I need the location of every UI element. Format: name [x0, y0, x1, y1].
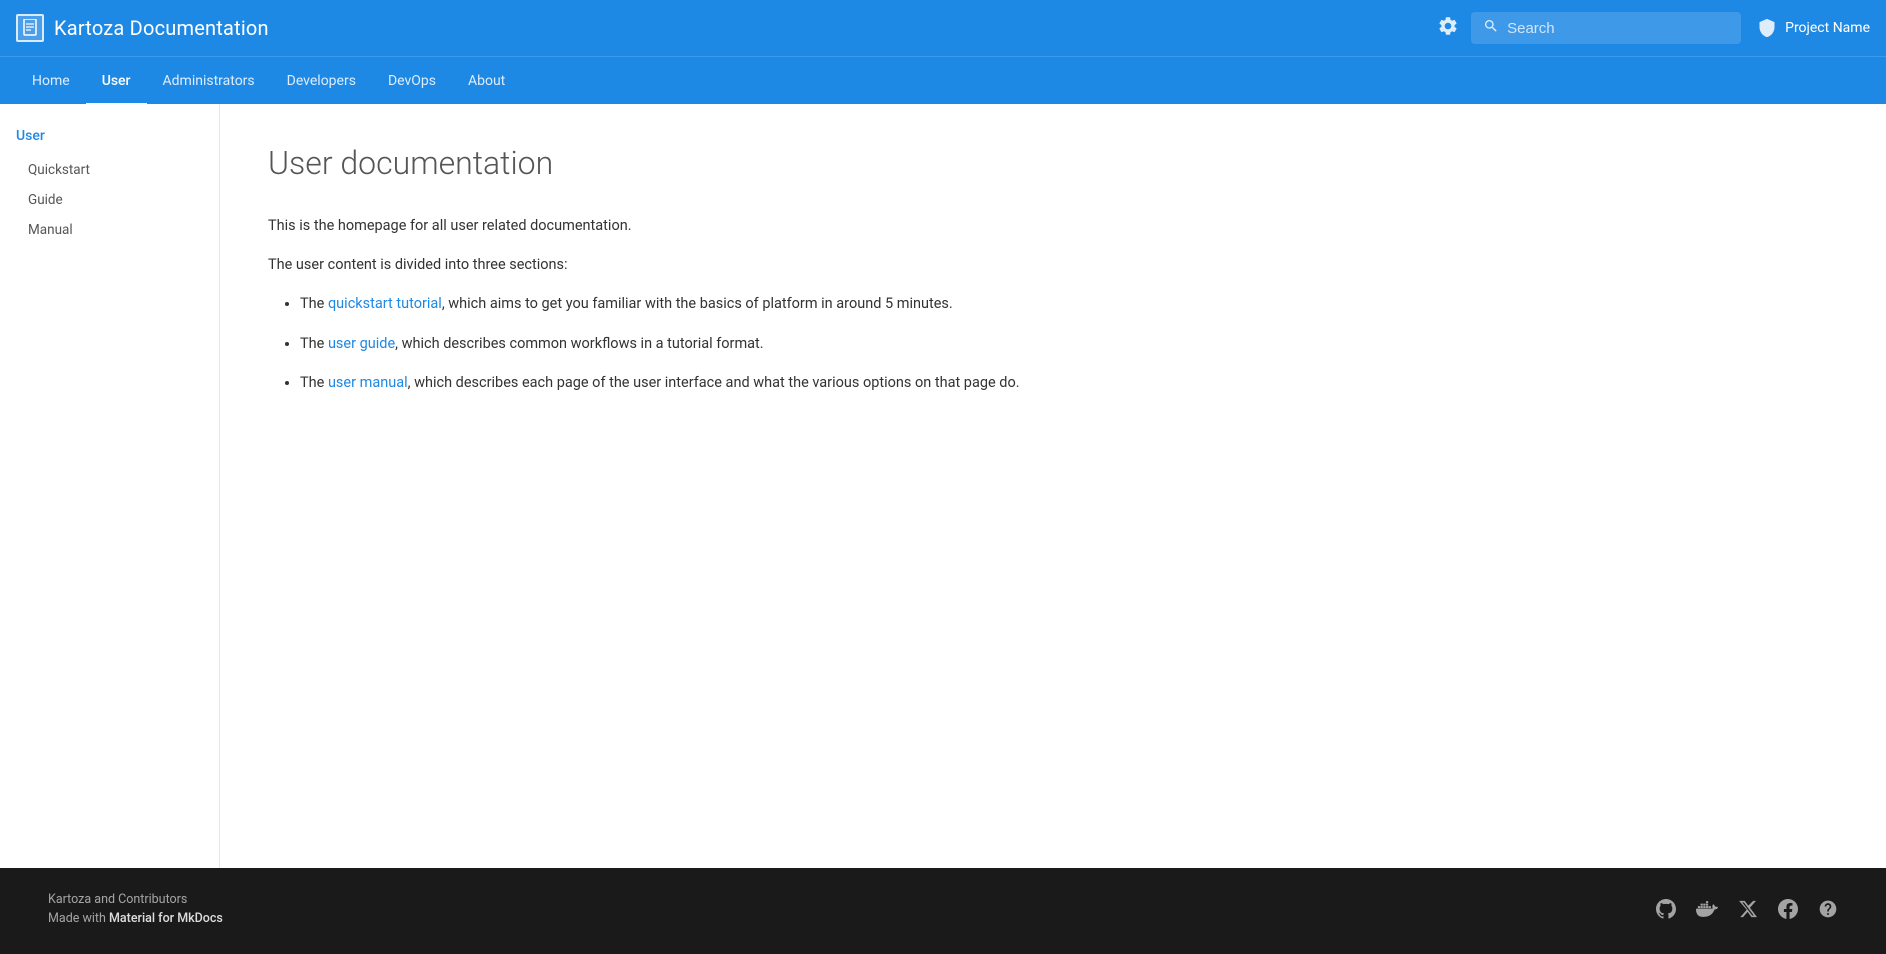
manual-link[interactable]: user manual [328, 374, 408, 391]
list-item-manual-suffix: , which describes each page of the user … [408, 374, 1020, 391]
list-item-guide-prefix: The [300, 335, 328, 352]
nav-developers[interactable]: Developers [271, 57, 372, 105]
list-item-guide: The user guide, which describes common w… [300, 332, 1072, 355]
header: Kartoza Documentation Project Name [0, 0, 1886, 56]
nav-devops[interactable]: DevOps [372, 57, 452, 105]
sidebar-item-quickstart[interactable]: Quickstart [16, 156, 203, 184]
sidebar-section-user[interactable]: User [16, 128, 203, 144]
footer-mkdocs-link[interactable]: Material for MkDocs [109, 911, 223, 926]
list-item-quickstart-suffix: , which aims to get you familiar with th… [442, 295, 953, 312]
main-content: User documentation This is the homepage … [220, 104, 1120, 868]
footer-made-prefix: Made with [48, 911, 109, 926]
page-title: User documentation [268, 144, 1072, 182]
intro-paragraph: This is the homepage for all user relate… [268, 214, 1072, 237]
list-item-quickstart: The quickstart tutorial, which aims to g… [300, 292, 1072, 315]
list-item-manual-prefix: The [300, 374, 328, 391]
twitter-icon[interactable] [1738, 899, 1758, 924]
search-input[interactable] [1507, 20, 1729, 37]
logo-link[interactable]: Kartoza Documentation [16, 14, 269, 42]
settings-icon[interactable] [1437, 15, 1459, 42]
nav-home[interactable]: Home [16, 57, 86, 105]
main-nav: Home User Administrators Developers DevO… [0, 56, 1886, 104]
project-name: Project Name [1785, 20, 1870, 36]
nav-about[interactable]: About [452, 57, 521, 105]
guide-link[interactable]: user guide [328, 335, 395, 352]
search-box[interactable] [1471, 12, 1741, 44]
github-icon[interactable] [1656, 899, 1676, 924]
quickstart-link[interactable]: quickstart tutorial [328, 295, 442, 312]
footer-icons [1656, 898, 1838, 925]
site-title: Kartoza Documentation [54, 16, 269, 40]
list-item-manual: The user manual, which describes each pa… [300, 371, 1072, 394]
footer: Kartoza and Contributors Made with Mater… [0, 868, 1886, 954]
footer-left: Kartoza and Contributors Made with Mater… [48, 892, 223, 930]
list-item-guide-suffix: , which describes common workflows in a … [395, 335, 763, 352]
project-selector[interactable]: Project Name [1757, 18, 1870, 38]
page-body: User Quickstart Guide Manual User docume… [0, 104, 1886, 868]
sections-list: The quickstart tutorial, which aims to g… [268, 292, 1072, 394]
sidebar-item-guide[interactable]: Guide [16, 186, 203, 214]
nav-administrators[interactable]: Administrators [147, 57, 271, 105]
docker-icon[interactable] [1696, 898, 1718, 925]
logo-icon [16, 14, 44, 42]
footer-copyright: Kartoza and Contributors [48, 892, 223, 907]
facebook-icon[interactable] [1778, 899, 1798, 924]
footer-made-with: Made with Material for MkDocs [48, 911, 223, 926]
search-icon [1483, 18, 1499, 38]
nav-user[interactable]: User [86, 57, 147, 105]
sidebar-item-manual[interactable]: Manual [16, 216, 203, 244]
list-item-quickstart-prefix: The [300, 295, 328, 312]
sidebar: User Quickstart Guide Manual [0, 104, 220, 868]
help-icon[interactable] [1818, 899, 1838, 924]
sections-intro: The user content is divided into three s… [268, 253, 1072, 276]
